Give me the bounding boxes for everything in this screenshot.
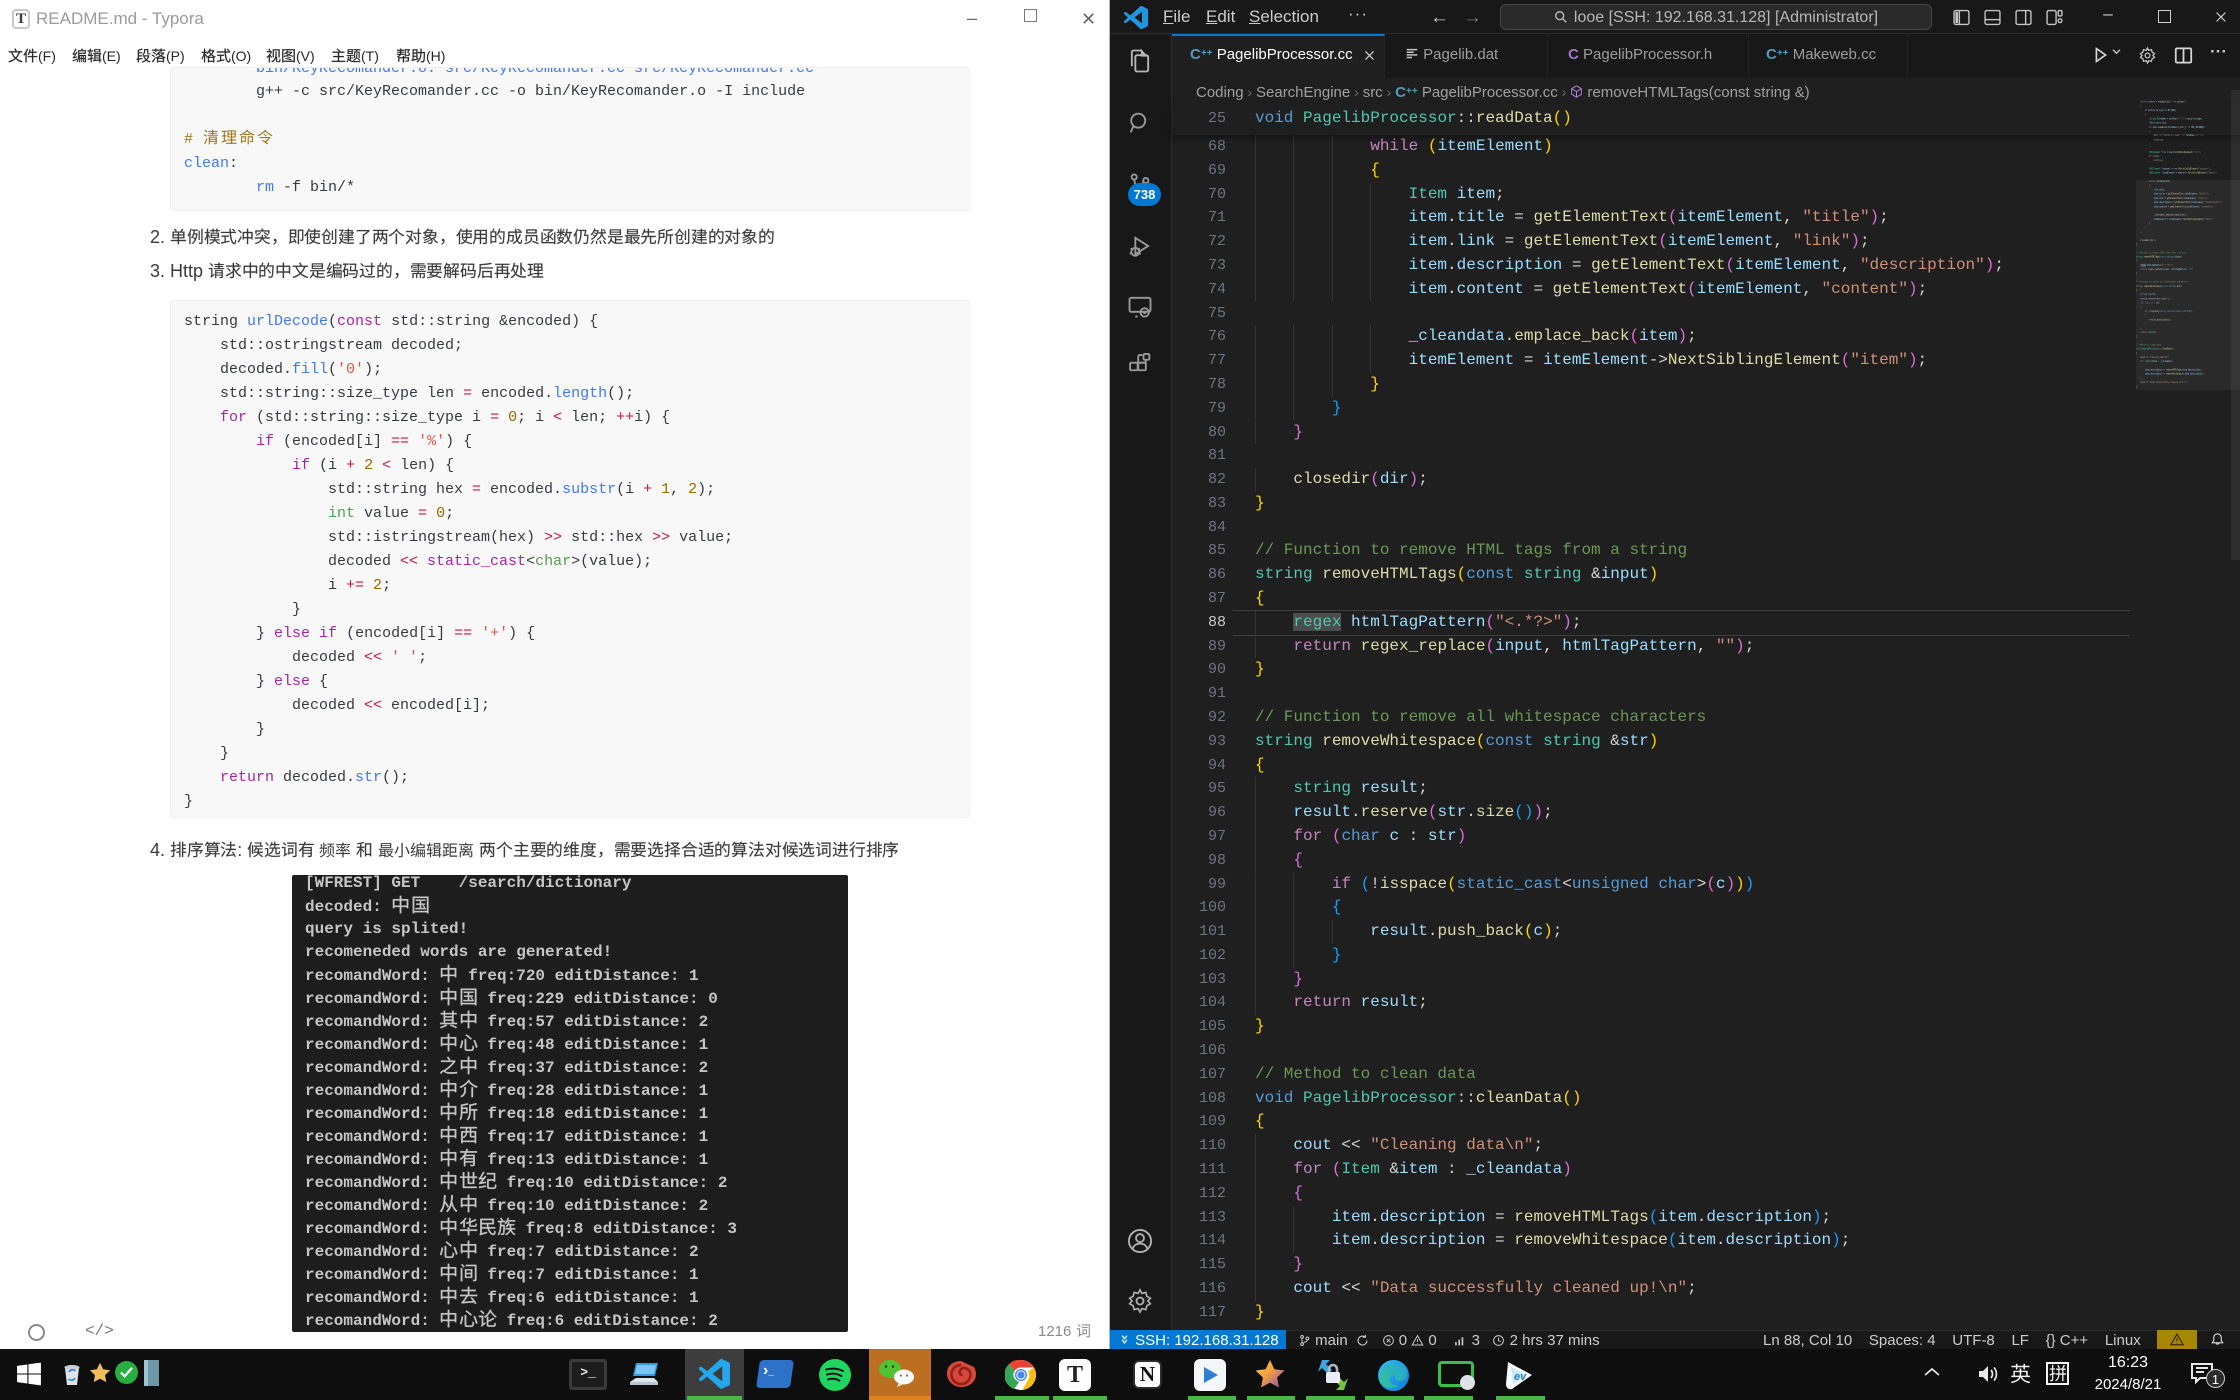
svg-text:ev: ev (1514, 1371, 1527, 1383)
